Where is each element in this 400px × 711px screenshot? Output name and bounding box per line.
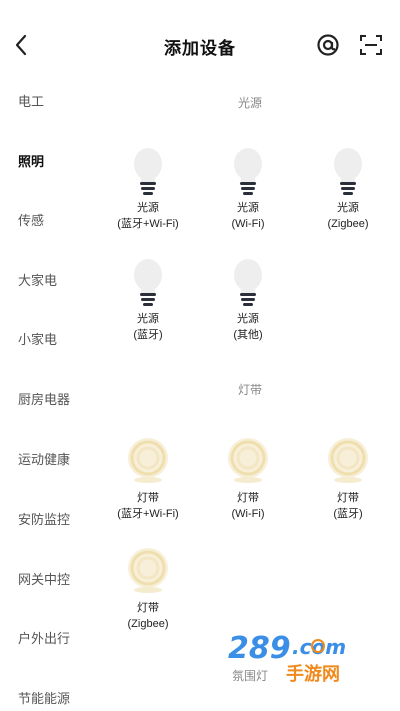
device-label: 光源 (蓝牙): [133, 313, 163, 341]
device-strip-ble[interactable]: 灯带 (蓝牙): [298, 436, 398, 522]
category-item-small-appliance[interactable]: 小家电: [18, 329, 57, 348]
svg-text:289: 289: [228, 631, 291, 666]
category-item-electrician[interactable]: 电工: [18, 91, 44, 110]
page-title: 添加设备: [164, 39, 236, 58]
device-label: 光源 (Wi-Fi): [231, 202, 265, 230]
device-light-wifi[interactable]: 光源 (Wi-Fi): [198, 146, 298, 232]
light-bulb-icon: [134, 259, 162, 306]
light-strip-icon: [328, 438, 368, 483]
category-item-health[interactable]: 运动健康: [18, 449, 70, 468]
device-label: 灯带 (Zigbee): [127, 602, 169, 630]
category-item-energy[interactable]: 节能能源: [18, 688, 70, 707]
device-strip-ble-wifi[interactable]: 灯带 (蓝牙+Wi-Fi): [98, 436, 198, 522]
svg-text:手游网: 手游网: [286, 663, 340, 685]
category-item-outdoor[interactable]: 户外出行: [18, 628, 70, 647]
device-label: 光源 (蓝牙+Wi-Fi): [117, 202, 179, 230]
header-bar: 添加设备: [0, 0, 400, 88]
light-strip-icon: [228, 438, 268, 483]
device-label: 光源 (其他): [233, 313, 263, 341]
device-label: 灯带 (蓝牙+Wi-Fi): [117, 492, 179, 520]
at-sign-icon[interactable]: [316, 33, 340, 57]
scan-icon[interactable]: [359, 33, 383, 57]
category-item-security[interactable]: 安防监控: [18, 509, 70, 528]
category-item-lighting[interactable]: 照明: [18, 151, 44, 170]
light-bulb-icon: [234, 259, 262, 306]
category-item-kitchen[interactable]: 厨房电器: [18, 389, 70, 408]
site-watermark-logo: 289 .com 手游网: [228, 631, 346, 685]
device-light-ble[interactable]: 光源 (蓝牙): [98, 257, 198, 343]
section-title-strip: 灯带: [237, 383, 262, 397]
light-strip-icon: [128, 548, 168, 593]
device-strip-wifi[interactable]: 灯带 (Wi-Fi): [198, 436, 298, 522]
device-label: 灯带 (蓝牙): [333, 492, 363, 520]
device-light-ble-wifi[interactable]: 光源 (蓝牙+Wi-Fi): [98, 146, 198, 232]
device-label: 灯带 (Wi-Fi): [231, 492, 265, 520]
device-light-other[interactable]: 光源 (其他): [198, 257, 298, 343]
category-item-gateway[interactable]: 网关中控: [18, 569, 70, 588]
svg-text:.com: .com: [292, 635, 346, 659]
device-light-zigbee[interactable]: 光源 (Zigbee): [298, 146, 398, 232]
category-item-large-appliance[interactable]: 大家电: [18, 270, 57, 289]
light-bulb-icon: [234, 148, 262, 195]
device-strip-zigbee[interactable]: 灯带 (Zigbee): [98, 546, 198, 632]
light-strip-icon: [128, 438, 168, 483]
section-title-light: 光源: [237, 96, 262, 110]
device-label: 光源 (Zigbee): [327, 202, 369, 230]
light-bulb-icon: [134, 148, 162, 195]
category-item-sensor[interactable]: 传感: [18, 210, 44, 229]
light-bulb-icon: [334, 148, 362, 195]
